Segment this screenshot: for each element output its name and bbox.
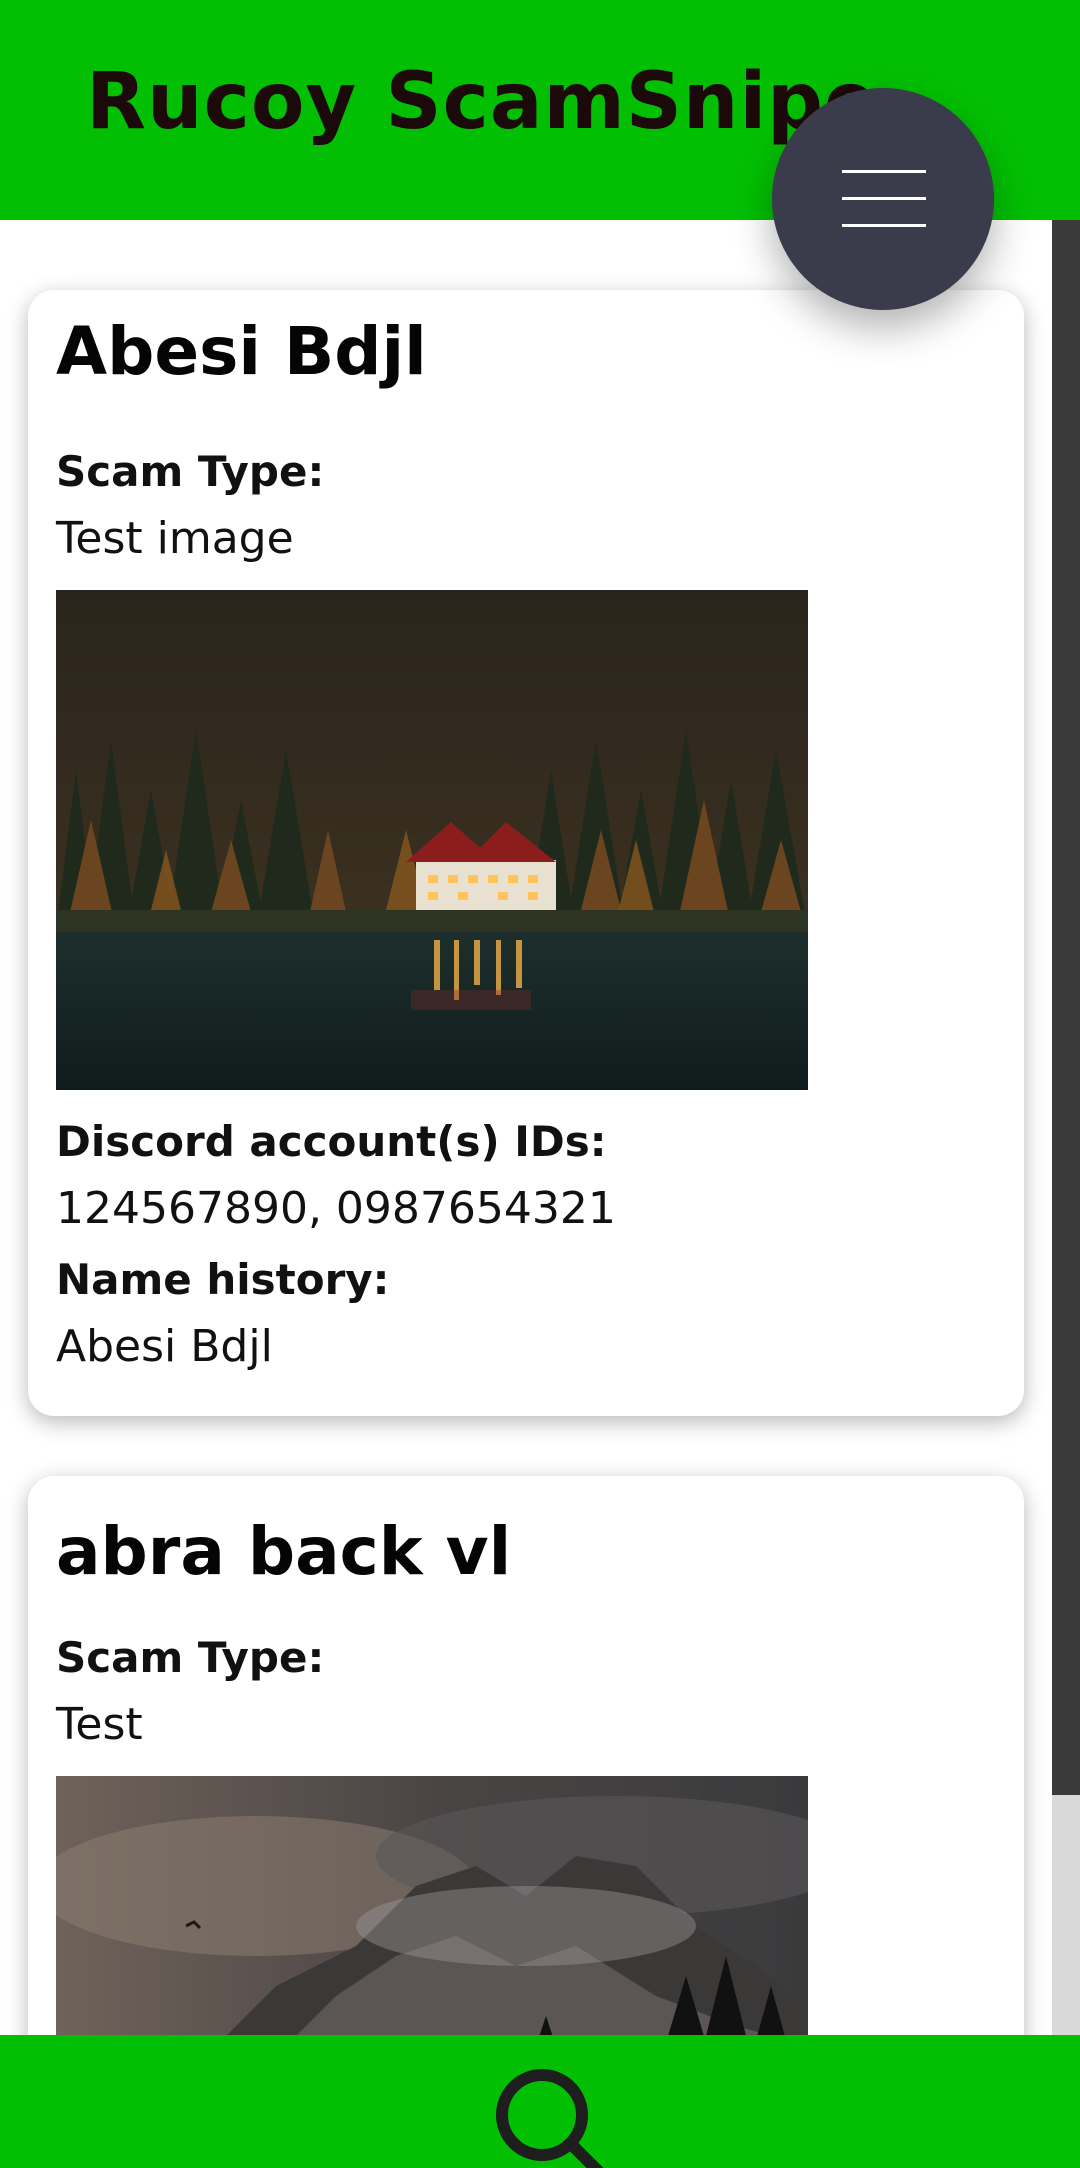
scammer-card: Abesi Bdjl Scam Type: Test image Discord… [28,290,1024,1416]
scam-type-value: Test [56,1699,143,1750]
evidence-image[interactable] [56,590,808,1090]
scammer-name: Abesi Bdjl [56,313,427,390]
scammer-list[interactable]: Abesi Bdjl Scam Type: Test image Discord… [0,220,1052,2035]
scammer-card: abra back vl Scam Type: Test [28,1476,1024,2035]
discord-ids-label: Discord account(s) IDs: [56,1117,607,1166]
scrollbar-thumb[interactable] [1052,220,1080,1795]
scammer-name: abra back vl [56,1513,512,1590]
evidence-image[interactable] [56,1776,808,2035]
scam-type-value: Test image [56,513,294,564]
bottom-bar [0,2035,1080,2168]
scam-type-label: Scam Type: [56,447,325,496]
app-page: Rucoy ScamSnipe Abesi Bdjl Scam Type: Te… [0,0,1080,2168]
scam-type-label: Scam Type: [56,1633,325,1682]
search-icon[interactable] [490,2063,620,2168]
menu-button[interactable] [772,88,994,310]
name-history-value: Abesi Bdjl [56,1321,273,1372]
discord-ids-value: 124567890, 0987654321 [56,1183,616,1234]
name-history-label: Name history: [56,1255,390,1304]
app-title: Rucoy ScamSnipe [86,57,878,147]
